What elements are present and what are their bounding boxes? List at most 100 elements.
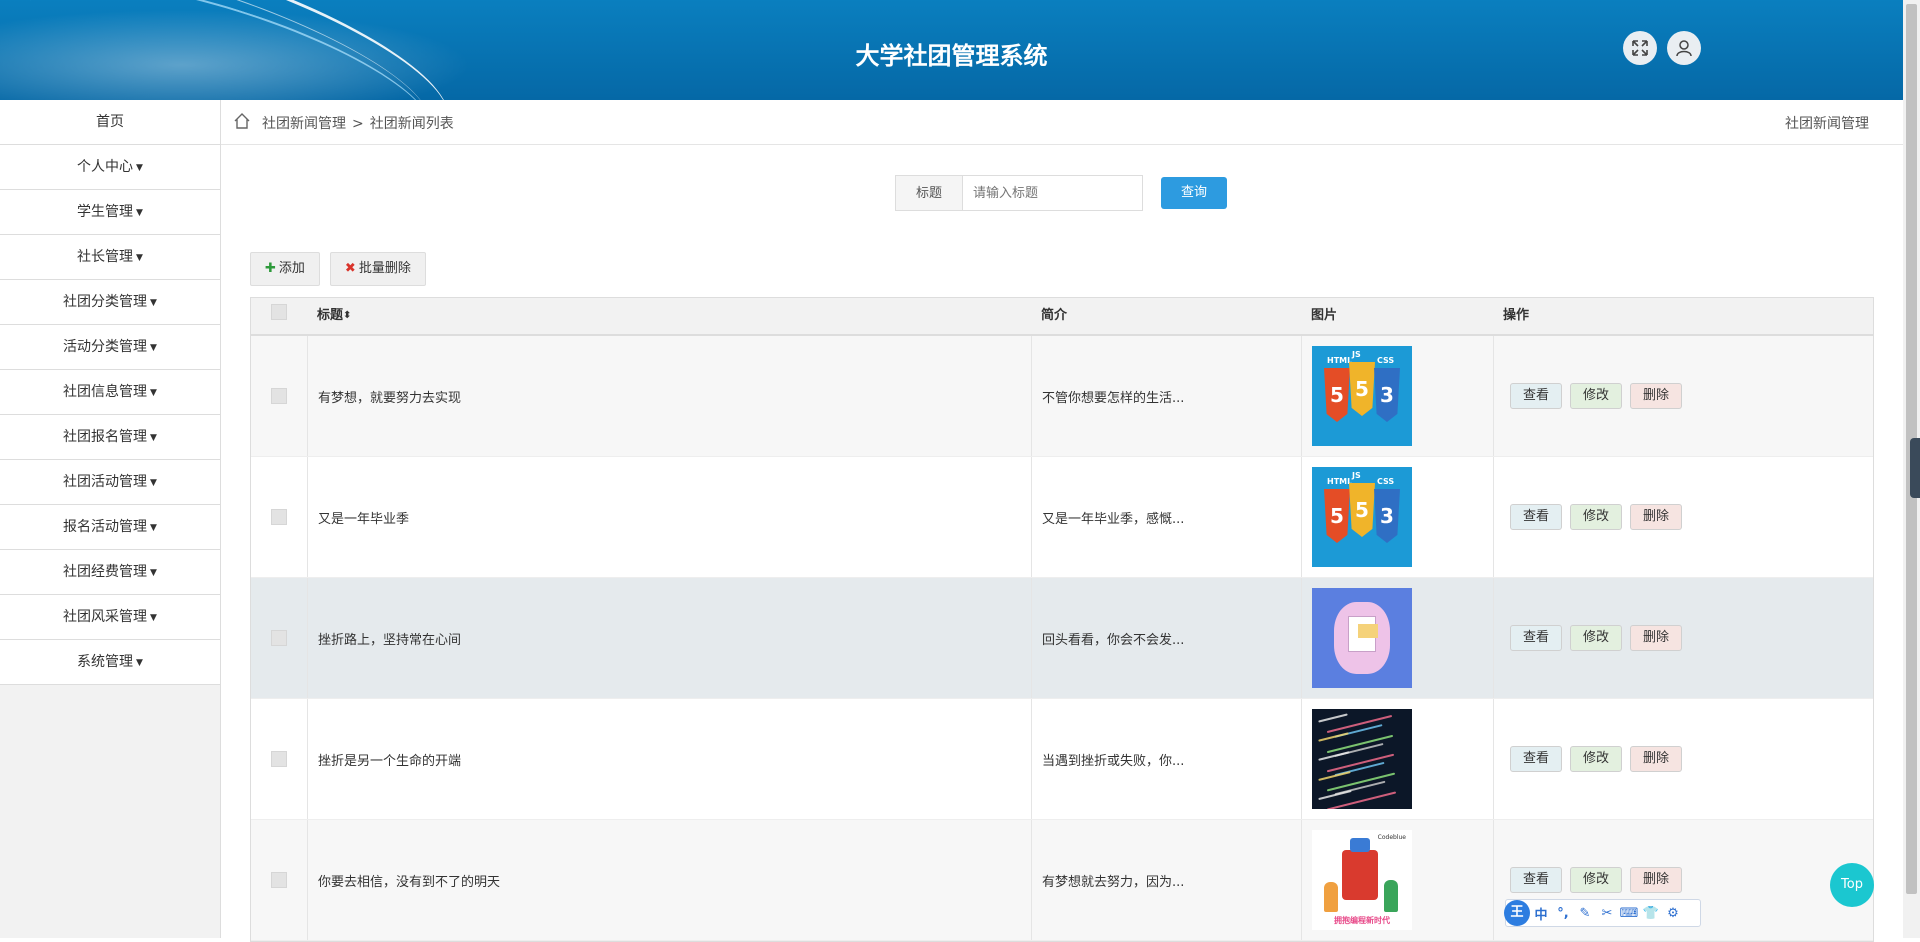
close-icon: ✖ (344, 261, 356, 276)
title-cell: 挫折路上，坚持常在心间 (308, 578, 1032, 698)
delete-button[interactable]: 删除 (1630, 504, 1683, 530)
code-line (1318, 751, 1350, 762)
search-form: 标题 查询 (895, 175, 1227, 211)
edit-button[interactable]: 修改 (1570, 504, 1623, 530)
home-icon[interactable] (233, 112, 251, 130)
query-button[interactable]: 查询 (1161, 177, 1227, 209)
edit-button[interactable]: 修改 (1570, 867, 1623, 893)
image-cell: Codeblue 拥抱编程新时代 (1302, 820, 1494, 940)
ime-tool-icon[interactable]: 👕 (1640, 906, 1662, 921)
caret-down-icon: ▼ (150, 523, 157, 533)
edit-button[interactable]: 修改 (1570, 746, 1623, 772)
delete-button[interactable]: 删除 (1630, 383, 1683, 409)
ime-toolbar: 王 中 °, ✎ ✂ ⌨ 👕 ⚙ (1504, 899, 1701, 927)
sidebar-item[interactable]: 学生管理 ▼ (0, 190, 220, 235)
sidebar-item[interactable]: 社团报名管理 ▼ (0, 415, 220, 460)
search-input[interactable] (963, 175, 1143, 211)
sidebar: 首页 个人中心 ▼ 学生管理 ▼ 社长管理 ▼ 社团分类管理 ▼ 活动分类管理 ▼ 社团信息管理 ▼ 社团… (0, 100, 221, 938)
back-to-top-button[interactable]: Top (1830, 863, 1874, 907)
desc-cell: 有梦想就去努力，因为... (1032, 820, 1302, 940)
illustration-shape (1384, 880, 1398, 912)
ime-tool-icon[interactable]: ✎ (1574, 906, 1596, 921)
logo-label: HTML (1327, 356, 1353, 365)
view-button[interactable]: 查看 (1510, 867, 1563, 893)
caret-down-icon: ▼ (136, 658, 143, 668)
checkbox-cell (251, 820, 308, 940)
user-icon (1676, 40, 1692, 57)
breadcrumb-level1[interactable]: 社团新闻管理 (262, 116, 346, 132)
view-button[interactable]: 查看 (1510, 504, 1563, 530)
select-all-checkbox[interactable] (271, 304, 287, 320)
sort-icon[interactable]: ⬍ (343, 298, 351, 334)
sidebar-item[interactable]: 社团活动管理 ▼ (0, 460, 220, 505)
sidebar-item[interactable]: 社团分类管理 ▼ (0, 280, 220, 325)
delete-button[interactable]: 删除 (1630, 625, 1683, 651)
sidebar-item-label: 社团报名管理 (63, 429, 148, 445)
header-checkbox-cell (251, 298, 307, 334)
ops-cell: 查看 修改 删除 (1494, 336, 1873, 456)
ime-logo[interactable]: 王 (1504, 900, 1530, 926)
desc-cell: 回头看看，你会不会发... (1032, 578, 1302, 698)
header: 大学社团管理系统 (0, 0, 1903, 100)
table-row[interactable]: 挫折路上，坚持常在心间 回头看看，你会不会发... 查看 修改 删除 (251, 578, 1873, 699)
column-ops-header: 操作 (1503, 308, 1530, 323)
code-line (1318, 732, 1349, 742)
brand-text: Codeblue (1377, 834, 1406, 841)
sidebar-item-label: 活动分类管理 (63, 339, 148, 355)
sidebar-item[interactable]: 首页 (0, 100, 220, 145)
sidebar-item[interactable]: 社长管理 ▼ (0, 235, 220, 280)
user-button[interactable] (1667, 31, 1701, 65)
sidebar-item[interactable]: 系统管理 ▼ (0, 640, 220, 685)
view-button[interactable]: 查看 (1510, 746, 1563, 772)
checkbox-cell (251, 699, 308, 819)
checkbox-cell (251, 578, 308, 698)
sidebar-item[interactable]: 活动分类管理 ▼ (0, 325, 220, 370)
illustration-shape (1324, 882, 1338, 912)
delete-button[interactable]: 删除 (1630, 746, 1683, 772)
ime-tool-icon[interactable]: ✂ (1596, 906, 1618, 921)
robot-kids-image: Codeblue 拥抱编程新时代 (1312, 830, 1412, 930)
row-checkbox[interactable] (271, 751, 287, 767)
image-cell: HTML 5 JS 5 CSS 3 (1302, 457, 1494, 577)
edit-button[interactable]: 修改 (1570, 625, 1623, 651)
ime-tool-icon[interactable]: 中 (1530, 904, 1552, 923)
caret-down-icon: ▼ (150, 388, 157, 398)
caret-down-icon: ▼ (136, 253, 143, 263)
logo-shield: 5 (1324, 489, 1350, 543)
logo-label: CSS (1377, 356, 1395, 365)
desc-cell: 不管你想要怎样的生活... (1032, 336, 1302, 456)
sidebar-item[interactable]: 社团信息管理 ▼ (0, 370, 220, 415)
code-line (1318, 713, 1348, 723)
sidebar-item-label: 报名活动管理 (63, 519, 148, 535)
table-row[interactable]: 有梦想，就要努力去实现 不管你想要怎样的生活... HTML 5 JS 5 CSS 3 查看 修改… (251, 336, 1873, 457)
breadcrumb-level2: 社团新闻列表 (369, 116, 454, 132)
view-button[interactable]: 查看 (1510, 383, 1563, 409)
column-title-label: 标题 (317, 308, 344, 323)
html5-css3-js-image: HTML 5 JS 5 CSS 3 (1312, 346, 1412, 446)
add-button[interactable]: ✚ 添加 (250, 252, 320, 286)
batch-delete-button[interactable]: ✖ 批量删除 (329, 252, 426, 286)
side-panel-handle[interactable] (1910, 438, 1920, 498)
caption-text: 拥抱编程新时代 (1334, 916, 1390, 925)
column-title-header[interactable]: 标题 ⬍ (307, 298, 1031, 334)
sidebar-item[interactable]: 社团经费管理 ▼ (0, 550, 220, 595)
row-checkbox[interactable] (271, 388, 287, 404)
app-title: 大学社团管理系统 (855, 42, 1048, 70)
sidebar-item[interactable]: 报名活动管理 ▼ (0, 505, 220, 550)
image-cell: HTML 5 JS 5 CSS 3 (1302, 336, 1494, 456)
sidebar-item[interactable]: 社团风采管理 ▼ (0, 595, 220, 640)
fullscreen-button[interactable] (1623, 31, 1657, 65)
ime-tool-icon[interactable]: °, (1552, 906, 1574, 921)
edit-button[interactable]: 修改 (1570, 383, 1623, 409)
sidebar-item[interactable]: 个人中心 ▼ (0, 145, 220, 190)
table-row[interactable]: 又是一年毕业季 又是一年毕业季，感慨... HTML 5 JS 5 CSS 3 查看 修改 删除 (251, 457, 1873, 578)
view-button[interactable]: 查看 (1510, 625, 1563, 651)
row-checkbox[interactable] (271, 630, 287, 646)
ime-tool-icon[interactable]: ⚙ (1662, 906, 1684, 921)
delete-button[interactable]: 删除 (1630, 867, 1683, 893)
table-row[interactable]: 挫折是另一个生命的开端 当遇到挫折或失败，你... 查看 修改 删除 (251, 699, 1873, 820)
row-checkbox[interactable] (271, 872, 287, 888)
ime-tool-icon[interactable]: ⌨ (1618, 906, 1640, 921)
logo-shield: 3 (1374, 489, 1400, 543)
row-checkbox[interactable] (271, 509, 287, 525)
